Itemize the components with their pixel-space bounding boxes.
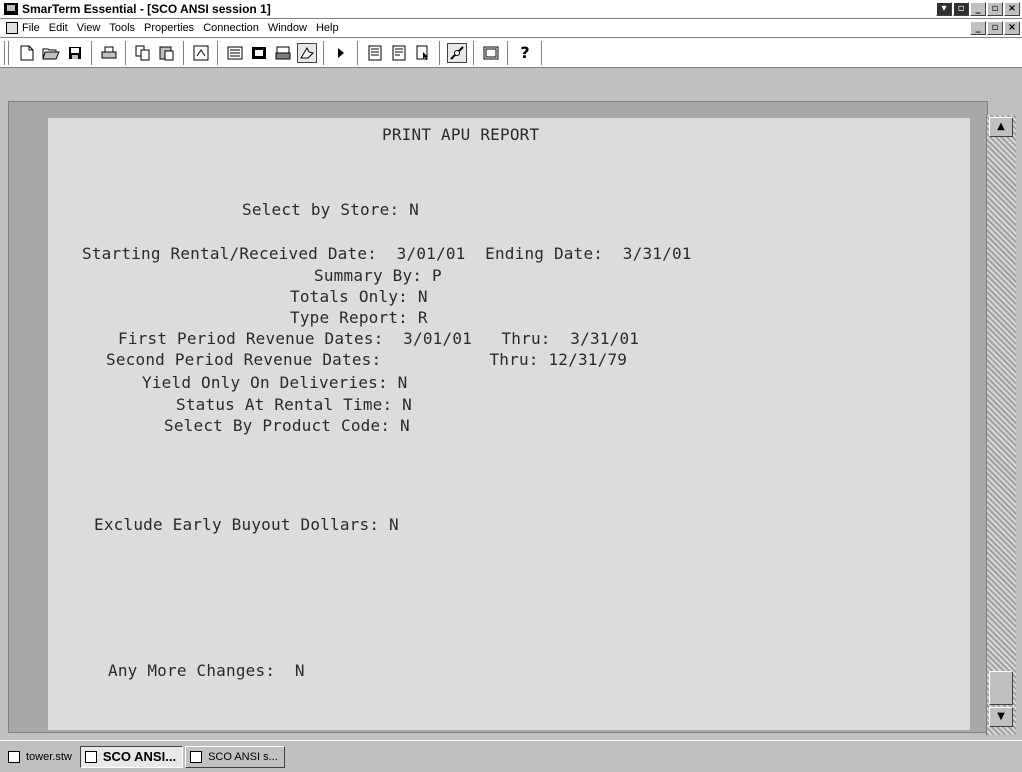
toolbar: ?	[0, 38, 1022, 68]
menu-file[interactable]: File	[22, 22, 40, 34]
select-by-store-line: Select by Store: N	[242, 200, 419, 219]
macro-icon[interactable]	[273, 43, 293, 63]
doc-close-button[interactable]: ×	[1004, 21, 1020, 35]
toolbar-grip[interactable]	[4, 40, 9, 65]
session-taskbar: tower.stw SCO ANSI... SCO ANSI s...	[0, 740, 1022, 772]
app-icon[interactable]	[4, 3, 18, 15]
capture-start-icon[interactable]	[365, 43, 385, 63]
session-icon	[84, 750, 97, 763]
print-icon[interactable]	[99, 43, 119, 63]
close-button[interactable]: ×	[1004, 2, 1020, 16]
document-menu-icon[interactable]	[6, 22, 18, 34]
screen-icon[interactable]	[481, 43, 501, 63]
toolbar-separator	[473, 40, 475, 65]
menu-edit[interactable]: Edit	[49, 22, 68, 34]
terminal-screen[interactable]: PRINT APU REPORT Select by Store: N Star…	[48, 118, 970, 730]
report-title: PRINT APU REPORT	[382, 125, 540, 144]
any-more-changes-line: Any More Changes: N	[108, 661, 305, 680]
menu-view[interactable]: View	[77, 22, 101, 34]
session-file-icon	[8, 750, 20, 763]
doc-restore-button[interactable]: ▫	[987, 21, 1003, 35]
menu-window[interactable]: Window	[268, 22, 307, 34]
status-icon[interactable]: ▫	[953, 2, 969, 16]
terminal-icon[interactable]	[249, 43, 269, 63]
totals-only-line: Totals Only: N	[290, 287, 428, 306]
open-icon[interactable]	[41, 43, 61, 63]
second-period-line: Second Period Revenue Dates: Thru: 12/31…	[106, 350, 628, 369]
new-icon[interactable]	[17, 43, 37, 63]
taskbar-item-label: tower.stw	[26, 750, 72, 763]
type-report-line: Type Report: R	[290, 308, 428, 327]
title-bar: SmarTerm Essential - [SCO ANSI session 1…	[0, 0, 1022, 19]
summary-by-line: Summary By: P	[314, 266, 442, 285]
toolbar-separator	[357, 40, 359, 65]
copy-icon[interactable]	[133, 43, 153, 63]
menu-properties[interactable]: Properties	[144, 22, 194, 34]
menu-tools[interactable]: Tools	[109, 22, 135, 34]
starting-date-line: Starting Rental/Received Date: 3/01/01 E…	[82, 244, 692, 263]
connect-icon[interactable]	[447, 42, 467, 63]
toolbar-separator	[323, 40, 325, 65]
session-icon[interactable]: ▾	[936, 2, 952, 16]
window-title: SmarTerm Essential - [SCO ANSI session 1…	[22, 2, 271, 16]
toolbar-separator	[439, 40, 441, 65]
session-icon	[190, 750, 203, 763]
toolbar-separator	[217, 40, 219, 65]
scroll-thumb[interactable]	[989, 671, 1013, 705]
toolbar-separator	[541, 40, 543, 65]
yield-only-line: Yield Only On Deliveries: N	[142, 373, 408, 392]
taskbar-item[interactable]: SCO ANSI s...	[185, 745, 285, 768]
vertical-scrollbar[interactable]: ▲ ▼	[986, 115, 1016, 735]
toolbar-separator	[91, 40, 93, 65]
play-icon[interactable]	[331, 43, 351, 63]
taskbar-item-label: SCO ANSI s...	[208, 750, 278, 763]
save-icon[interactable]	[65, 43, 85, 63]
scroll-down-button[interactable]: ▼	[989, 707, 1013, 727]
exclude-buyout-line: Exclude Early Buyout Dollars: N	[94, 515, 399, 534]
properties-icon[interactable]	[191, 43, 211, 63]
toolbar-separator	[125, 40, 127, 65]
hotspot-icon[interactable]	[225, 43, 245, 63]
window-controls: ▾ ▫ _ ▫ ×	[936, 2, 1020, 16]
help-icon[interactable]: ?	[515, 43, 535, 63]
menu-bar: File Edit View Tools Properties Connecti…	[0, 19, 1022, 38]
menu-help[interactable]: Help	[316, 22, 339, 34]
scroll-up-button[interactable]: ▲	[989, 117, 1013, 137]
menu-connection[interactable]: Connection	[203, 22, 259, 34]
taskbar-item-active[interactable]: SCO ANSI...	[79, 745, 184, 768]
cursor-icon[interactable]	[297, 42, 317, 63]
toolbar-separator	[507, 40, 509, 65]
minimize-button[interactable]: _	[970, 2, 986, 16]
document-window-controls: _ ▫ ×	[970, 21, 1020, 35]
first-period-line: First Period Revenue Dates: 3/01/01 Thru…	[118, 329, 640, 348]
select-by-product-line: Select By Product Code: N	[164, 416, 410, 435]
toolbar-separator	[183, 40, 185, 65]
paste-icon[interactable]	[157, 43, 177, 63]
status-at-rental-line: Status At Rental Time: N	[176, 395, 412, 414]
select-icon[interactable]	[413, 43, 433, 63]
taskbar-item[interactable]: tower.stw	[4, 746, 78, 768]
doc-minimize-button[interactable]: _	[970, 21, 986, 35]
maximize-button[interactable]: ▫	[987, 2, 1003, 16]
capture-stop-icon[interactable]	[389, 43, 409, 63]
taskbar-item-label: SCO ANSI...	[102, 749, 177, 764]
